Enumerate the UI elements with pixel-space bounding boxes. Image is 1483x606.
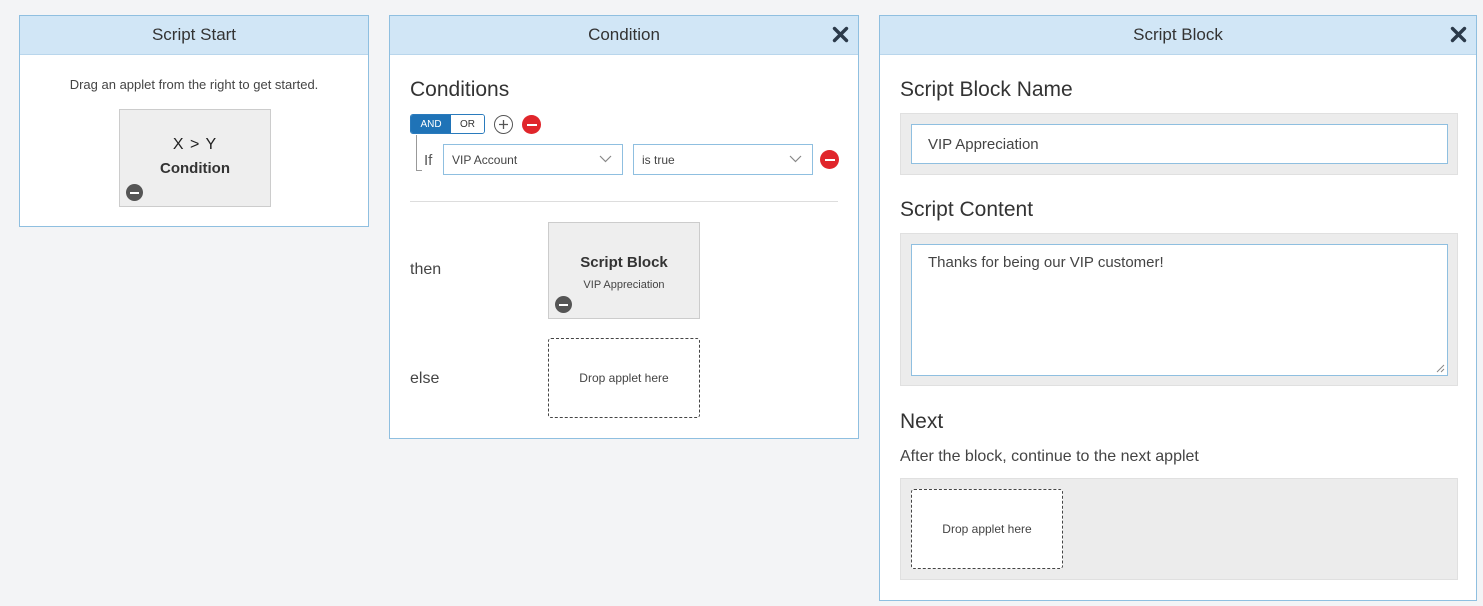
next-drop-text: Drop applet here <box>942 522 1032 536</box>
tree-connector <box>416 135 417 171</box>
condition-tile-label: Condition <box>160 160 230 177</box>
script-start-header: Script Start <box>20 16 368 55</box>
remove-condition-icon[interactable] <box>126 184 143 201</box>
close-condition-button[interactable] <box>828 22 852 46</box>
remove-script-block-icon[interactable] <box>555 296 572 313</box>
script-block-tile-title: Script Block <box>580 254 668 271</box>
close-icon <box>832 26 848 42</box>
script-block-name-value: VIP Appreciation <box>928 135 1039 153</box>
script-content-heading: Script Content <box>900 198 1034 221</box>
script-block-applet-tile[interactable]: Script Block VIP Appreciation <box>548 222 700 319</box>
close-script-block-button[interactable] <box>1446 22 1470 46</box>
or-toggle-button[interactable]: OR <box>451 115 484 133</box>
operator-select-value: is true <box>642 152 675 167</box>
script-start-panel: Script Start Drag an applet from the rig… <box>19 15 369 227</box>
condition-applet-tile[interactable]: X > Y Condition <box>119 109 271 207</box>
script-block-title: Script Block <box>1133 25 1223 44</box>
tree-connector-end <box>416 170 422 171</box>
field-select-value: VIP Account <box>452 152 518 167</box>
then-label: then <box>410 261 442 278</box>
condition-title: Condition <box>588 25 660 44</box>
script-content-value: Thanks for being our VIP customer! <box>928 254 1164 271</box>
else-drop-text: Drop applet here <box>579 371 669 385</box>
script-block-name-heading: Script Block Name <box>900 78 1073 101</box>
remove-group-button[interactable] <box>522 115 541 134</box>
next-heading: Next <box>900 410 944 433</box>
script-block-header: Script Block <box>880 16 1476 55</box>
condition-symbol: X > Y <box>172 136 218 153</box>
next-drop-zone[interactable]: Drop applet here <box>911 489 1063 569</box>
operator-select[interactable]: is true <box>633 144 813 175</box>
if-label: If <box>424 152 433 169</box>
conditions-heading: Conditions <box>410 78 510 101</box>
chevron-down-icon <box>599 155 612 163</box>
script-content-textarea[interactable]: Thanks for being our VIP customer! <box>911 244 1448 376</box>
condition-header: Condition <box>390 16 858 55</box>
add-condition-button[interactable] <box>494 115 513 134</box>
else-label: else <box>410 370 440 387</box>
next-subtitle: After the block, continue to the next ap… <box>900 448 1199 465</box>
script-block-name-input[interactable]: VIP Appreciation <box>911 124 1448 164</box>
close-icon <box>1450 26 1466 42</box>
script-block-tile-subtitle: VIP Appreciation <box>583 279 665 291</box>
remove-rule-button[interactable] <box>820 150 839 169</box>
chevron-down-icon <box>789 155 802 163</box>
script-start-title: Script Start <box>151 25 237 44</box>
condition-panel: Condition Conditions AND OR If VIP Accou… <box>389 15 859 439</box>
plus-icon <box>499 120 508 129</box>
start-hint-text: Drag an applet from the right to get sta… <box>69 77 319 92</box>
script-block-panel: Script Block Script Block Name VIP Appre… <box>879 15 1477 601</box>
field-select[interactable]: VIP Account <box>443 144 623 175</box>
resize-handle-icon[interactable] <box>1435 363 1445 373</box>
and-toggle-button[interactable]: AND <box>411 115 451 133</box>
else-drop-zone[interactable]: Drop applet here <box>548 338 700 418</box>
divider <box>410 201 838 202</box>
and-or-toggle: AND OR <box>410 114 485 134</box>
